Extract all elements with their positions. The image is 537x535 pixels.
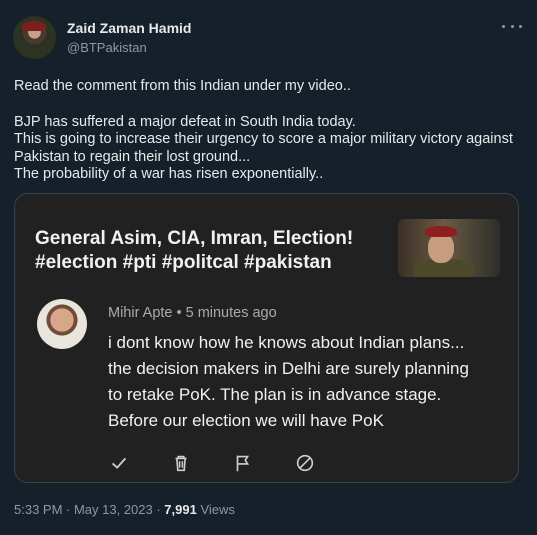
block-icon	[296, 454, 314, 472]
comment-author: Mihir Apte • 5 minutes ago	[108, 305, 277, 321]
video-title-line: General Asim, CIA, Imran, Election!	[35, 228, 354, 249]
timestamp[interactable]: 5:33 PM · May 13, 2023 ·	[14, 502, 164, 517]
flag-icon	[236, 455, 250, 472]
tweet-line: The probability of a war has risen expon…	[14, 166, 324, 182]
comment-line: i dont know how he knows about Indian pl…	[108, 333, 465, 352]
commenter-avatar	[37, 299, 87, 349]
avatar-beret	[22, 21, 46, 31]
author-handle[interactable]: @BTPakistan	[67, 40, 147, 55]
tweet-text: Read the comment from this Indian under …	[14, 78, 519, 184]
comment-line: to retake PoK. The plan is in advance st…	[108, 385, 442, 404]
tweet-line: This is going to increase their urgency …	[14, 131, 513, 165]
trash-icon	[175, 455, 187, 472]
video-title-hashtags: #election #pti #politcal #pakistan	[35, 252, 332, 273]
tweet-line: Read the comment from this Indian under …	[14, 78, 351, 94]
comment-text: i dont know how he knows about Indian pl…	[108, 330, 503, 434]
tweet-footer: 5:33 PM · May 13, 2023 · 7,991 Views	[14, 502, 235, 517]
views-count: 7,991	[164, 502, 197, 517]
tweet-line: BJP has suffered a major defeat in South…	[14, 113, 356, 130]
video-title: General Asim, CIA, Imran, Election! #ele…	[35, 227, 380, 275]
comment-line: the decision makers in Delhi are surely …	[108, 359, 469, 378]
views-label: Views	[196, 502, 235, 517]
comment-line: Before our election we will have PoK	[108, 411, 384, 430]
video-thumbnail	[398, 219, 500, 277]
check-icon	[111, 457, 127, 469]
more-options-icon[interactable]	[502, 18, 522, 34]
tweet: Zaid Zaman Hamid @BTPakistan Read the co…	[0, 0, 537, 535]
author-avatar[interactable]	[13, 16, 56, 59]
attached-image[interactable]: General Asim, CIA, Imran, Election! #ele…	[14, 193, 519, 483]
author-name[interactable]: Zaid Zaman Hamid	[67, 20, 191, 36]
